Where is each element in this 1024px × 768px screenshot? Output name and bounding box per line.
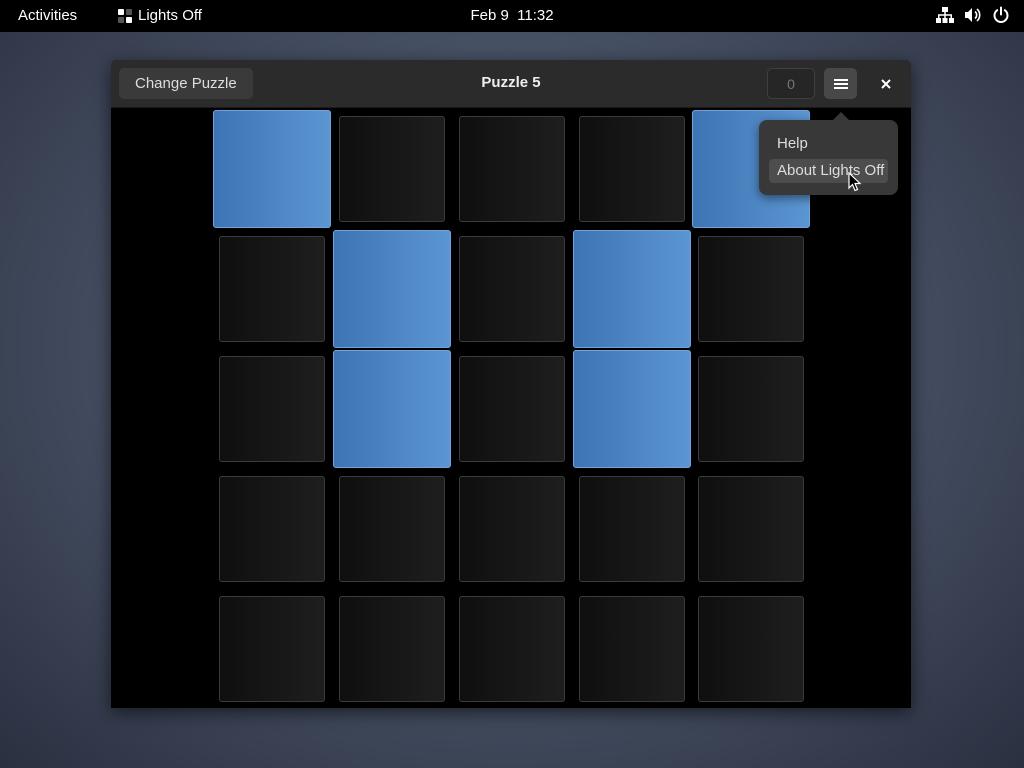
system-tray[interactable] <box>936 6 1010 24</box>
light-tile-3-2-off[interactable] <box>459 476 565 582</box>
app-menu[interactable]: Lights Off <box>118 7 202 24</box>
light-tile-0-2-off[interactable] <box>459 116 565 222</box>
clock[interactable]: Feb 9 11:32 <box>470 7 553 24</box>
light-tile-3-4-off[interactable] <box>698 476 804 582</box>
light-tile-4-1-off[interactable] <box>339 596 445 702</box>
top-bar: Activities Lights Off Feb 9 11:32 <box>0 0 1024 32</box>
app-name: Lights Off <box>138 7 202 24</box>
main-menu-button[interactable] <box>824 68 857 99</box>
light-tile-4-3-off[interactable] <box>579 596 685 702</box>
light-tile-1-4-off[interactable] <box>698 236 804 342</box>
menu-item-help[interactable]: Help <box>769 132 888 156</box>
close-button[interactable] <box>873 71 899 97</box>
light-tile-1-3-on[interactable] <box>573 230 691 348</box>
mouse-cursor-icon <box>848 172 862 192</box>
light-tile-1-1-on[interactable] <box>333 230 451 348</box>
light-tile-0-3-off[interactable] <box>579 116 685 222</box>
lights-off-app-icon <box>118 8 132 23</box>
main-menu-popover: Help About Lights Off <box>759 112 898 195</box>
light-tile-4-0-off[interactable] <box>219 596 325 702</box>
light-tile-1-0-off[interactable] <box>219 236 325 342</box>
header-bar: Change Puzzle Puzzle 5 0 <box>111 60 911 108</box>
light-tile-3-0-off[interactable] <box>219 476 325 582</box>
light-tile-2-0-off[interactable] <box>219 356 325 462</box>
change-puzzle-button[interactable]: Change Puzzle <box>119 68 253 99</box>
light-tile-2-1-on[interactable] <box>333 350 451 468</box>
light-tile-0-0-on[interactable] <box>213 110 331 228</box>
light-tile-1-2-off[interactable] <box>459 236 565 342</box>
light-tile-0-1-off[interactable] <box>339 116 445 222</box>
menu-item-about[interactable]: About Lights Off <box>769 159 888 183</box>
activities-button[interactable]: Activities <box>18 7 77 24</box>
popover-arrow <box>833 112 849 120</box>
light-tile-2-2-off[interactable] <box>459 356 565 462</box>
light-tile-2-4-off[interactable] <box>698 356 804 462</box>
light-tile-4-4-off[interactable] <box>698 596 804 702</box>
game-board <box>111 108 911 708</box>
hamburger-menu-icon <box>833 78 848 89</box>
volume-icon <box>965 8 981 22</box>
network-icon <box>936 7 954 23</box>
light-tile-3-3-off[interactable] <box>579 476 685 582</box>
close-icon <box>881 79 891 89</box>
light-tile-4-2-off[interactable] <box>459 596 565 702</box>
light-tile-2-3-on[interactable] <box>573 350 691 468</box>
power-icon <box>993 6 1009 23</box>
move-counter: 0 <box>767 68 815 99</box>
light-tile-3-1-off[interactable] <box>339 476 445 582</box>
